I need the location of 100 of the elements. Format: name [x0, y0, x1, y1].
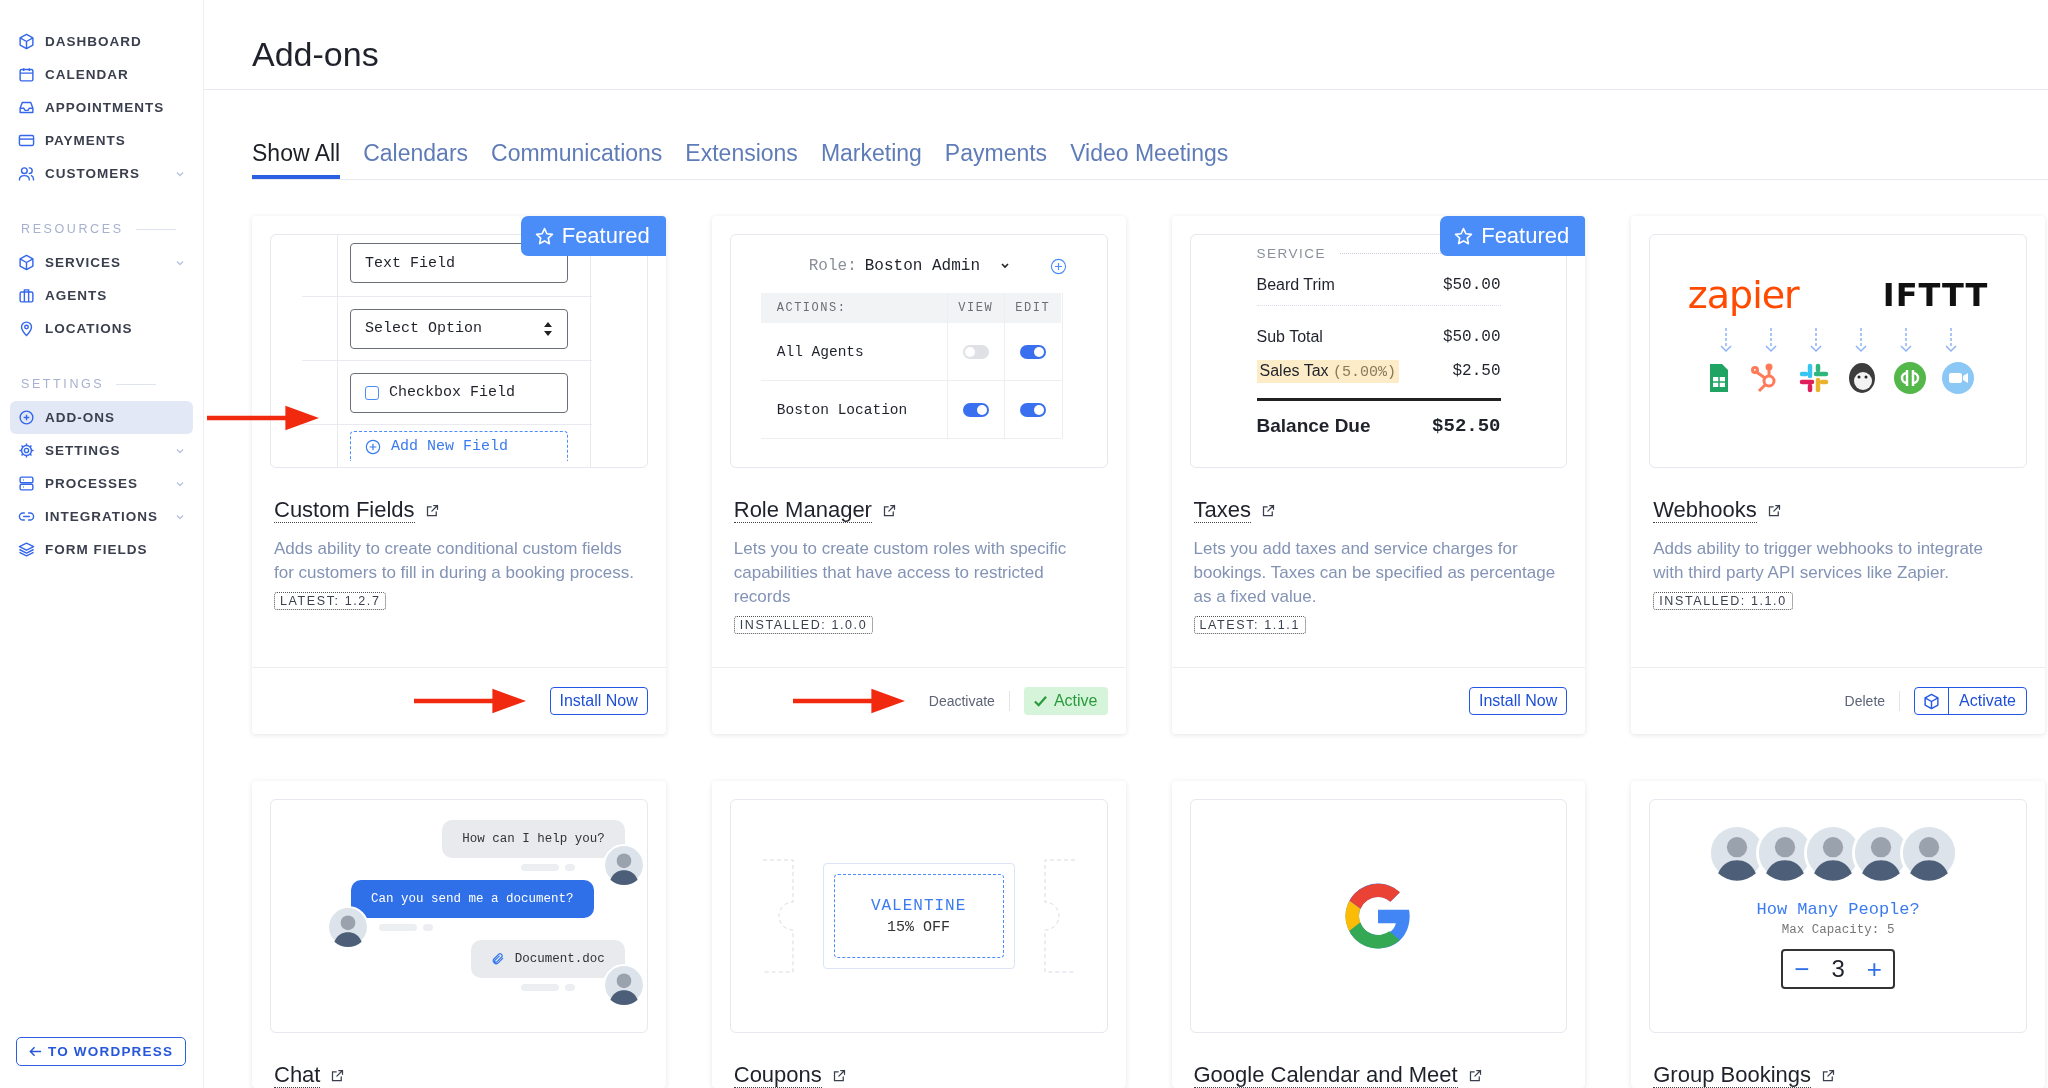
tab[interactable]: Communications — [491, 140, 663, 179]
tab[interactable]: Extensions — [685, 140, 798, 179]
tab[interactable]: Marketing — [820, 140, 922, 179]
sidebar-item[interactable]: AGENTS — [10, 279, 193, 312]
number-stepper[interactable]: − 3 + — [1781, 949, 1896, 989]
coupon-code: VALENTINE — [870, 896, 967, 915]
external-link-icon[interactable] — [1821, 1068, 1836, 1083]
line-amount: $50.00 — [1442, 328, 1501, 346]
line-amount: $52.50 — [1432, 415, 1501, 437]
addon-title[interactable]: Group Bookings — [1653, 1063, 1811, 1088]
active-status: Active — [1023, 687, 1108, 715]
server-icon — [18, 475, 35, 492]
sidebar-item[interactable]: SERVICES — [10, 246, 193, 279]
star-icon — [1454, 226, 1474, 246]
text-link[interactable]: Delete — [1844, 693, 1886, 709]
avatar — [602, 964, 645, 1006]
calendar-icon — [18, 66, 35, 83]
sidebar-item[interactable]: INTEGRATIONS — [10, 500, 193, 533]
line-label: Beard Trim — [1256, 276, 1335, 294]
tab[interactable]: Calendars — [363, 140, 469, 179]
plus-circle-icon[interactable] — [1049, 257, 1067, 275]
section-heading: SETTINGS — [21, 377, 105, 391]
decrement-button[interactable]: − — [1794, 953, 1810, 985]
toggle-switch[interactable] — [962, 402, 989, 417]
capacity-text: Max Capacity: 5 — [1781, 923, 1895, 937]
credit-card-icon — [18, 132, 35, 149]
external-link-icon[interactable] — [424, 503, 440, 518]
tab[interactable]: Payments — [944, 140, 1048, 179]
checkbox-field[interactable]: Checkbox Field — [350, 372, 568, 413]
logo: zapier — [1687, 273, 1799, 317]
avatar — [327, 906, 369, 948]
featured-badge: Featured — [520, 216, 666, 256]
inbox-icon — [18, 99, 35, 116]
sidebar-item[interactable]: DASHBOARD — [10, 25, 193, 58]
sidebar-item[interactable]: PAYMENTS — [10, 124, 193, 157]
chat-bubble: Document.doc — [470, 940, 625, 978]
column-header: VIEW — [946, 293, 1004, 323]
sidebar-item[interactable]: LOCATIONS — [10, 312, 193, 345]
discount-text: 15% OFF — [887, 918, 951, 936]
role-select[interactable]: Boston Admin — [864, 257, 1042, 275]
arrow-left-icon — [29, 1045, 42, 1058]
plus-circle-icon — [365, 438, 381, 455]
select-field[interactable]: Select Option — [350, 308, 568, 349]
external-link-icon[interactable] — [1261, 503, 1276, 518]
layers-icon — [18, 541, 35, 558]
chat-bubble: How can I help you? — [442, 820, 625, 858]
video-camera-icon — [1941, 361, 1976, 395]
question-text: How Many People? — [1756, 900, 1920, 919]
external-link-icon[interactable] — [881, 503, 897, 518]
addon-description: Lets you to create custom roles with specific capabilities that have access to restricted records — [733, 538, 1068, 608]
sidebar-item[interactable]: FORM FIELDS — [10, 533, 193, 566]
line-amount: $2.50 — [1452, 362, 1501, 380]
cube-icon — [18, 33, 35, 50]
featured-badge: Featured — [1440, 216, 1586, 256]
chat-bubble: Can you send me a document? — [351, 880, 594, 918]
users-icon — [18, 165, 35, 182]
line-label: Sales Tax (5.00%) — [1256, 359, 1400, 383]
addon-title[interactable]: Coupons — [733, 1063, 822, 1088]
addon-title[interactable]: Role Manager — [733, 498, 872, 523]
back-button[interactable]: TO WORDPRESS — [16, 1037, 187, 1066]
tab[interactable]: Show All — [252, 140, 341, 179]
external-link-icon[interactable] — [831, 1068, 847, 1083]
text-field[interactable]: Text Field — [350, 243, 568, 283]
settings-icon — [18, 442, 35, 459]
install-button[interactable]: Install Now — [1469, 687, 1568, 715]
plus-circle-icon — [18, 409, 35, 426]
toggle-switch[interactable] — [962, 344, 989, 359]
sidebar-item[interactable]: CALENDAR — [10, 58, 193, 91]
tab[interactable]: Video Meetings — [1070, 140, 1229, 179]
avatar — [602, 844, 645, 886]
count-value: 3 — [1831, 955, 1845, 983]
text-link[interactable]: Deactivate — [928, 693, 995, 709]
cube-icon — [1923, 692, 1941, 710]
external-link-icon[interactable] — [1467, 1068, 1483, 1083]
addon-description: Lets you add taxes and service charges for bookings. Taxes can be specified as percentage as a fixed value. — [1193, 538, 1556, 608]
sidebar-item[interactable]: SETTINGS — [10, 434, 193, 467]
addon-title[interactable]: Google Calendar and Meet — [1193, 1063, 1458, 1088]
toggle-switch[interactable] — [1019, 344, 1046, 359]
logo: IFTTT — [1882, 276, 1989, 314]
external-link-icon[interactable] — [1766, 503, 1782, 518]
check-icon — [1033, 694, 1047, 708]
sidebar-item[interactable]: PROCESSES — [10, 467, 193, 500]
install-button[interactable]: Install Now — [549, 687, 648, 715]
star-icon — [534, 226, 554, 246]
activate-button[interactable]: Activate — [1914, 687, 2027, 715]
increment-button[interactable]: + — [1866, 953, 1883, 985]
toggle-switch[interactable] — [1019, 402, 1046, 417]
external-link-icon[interactable] — [330, 1068, 346, 1083]
addon-title[interactable]: Chat — [274, 1063, 321, 1088]
checkbox[interactable] — [365, 385, 379, 400]
addon-title[interactable]: Custom Fields — [274, 498, 415, 523]
table-cell: All Agents — [760, 323, 947, 381]
sidebar-item[interactable]: CUSTOMERS — [10, 157, 193, 190]
sidebar-item[interactable]: APPOINTMENTS — [10, 91, 193, 124]
column-header: ACTIONS: — [760, 293, 947, 323]
section-heading: SERVICE — [1256, 245, 1327, 261]
chevron-down-icon — [1000, 261, 1010, 271]
addon-title[interactable]: Webhooks — [1653, 498, 1757, 523]
addon-title[interactable]: Taxes — [1193, 498, 1251, 523]
add-field-button[interactable]: Add New Field — [350, 431, 568, 461]
